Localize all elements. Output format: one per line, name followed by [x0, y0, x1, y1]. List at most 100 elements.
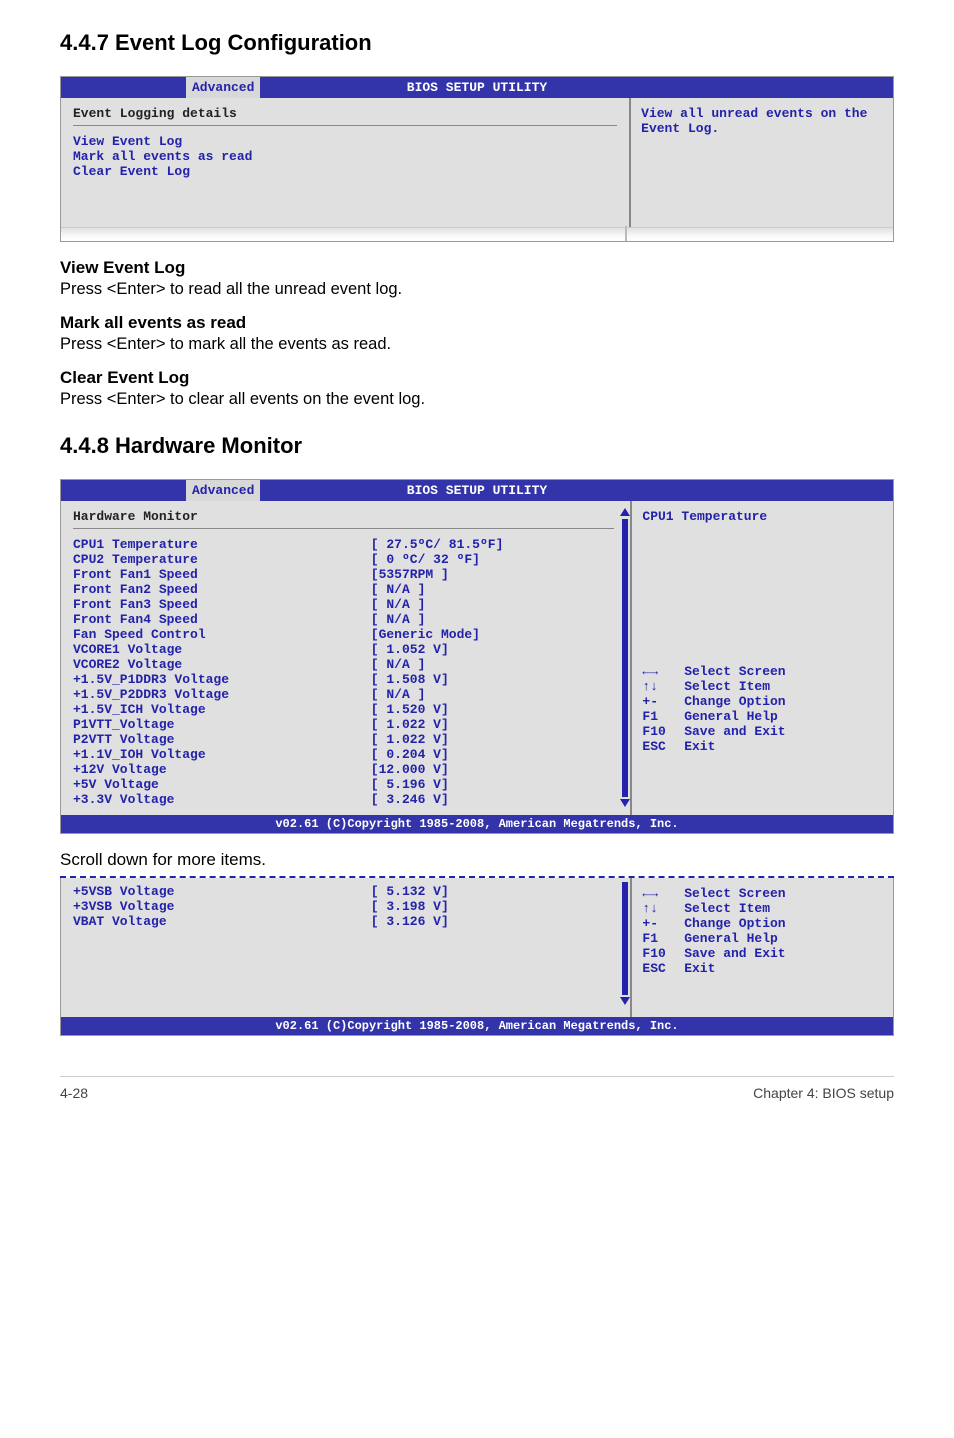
section-title-447: 4.4.7 Event Log Configuration	[60, 30, 894, 56]
help-key-sym: ESC	[642, 961, 676, 976]
bios-heading-hwmon: Hardware Monitor	[73, 509, 614, 524]
table-row[interactable]: P1VTT_Voltage[ 1.022 V]	[73, 717, 614, 732]
help-key-sym: ESC	[642, 739, 676, 754]
help-key-label: Select Screen	[676, 886, 785, 901]
help-key-sym: ↑↓	[642, 679, 676, 694]
subheading-mark-all: Mark all events as read	[60, 313, 894, 333]
table-row[interactable]: +12V Voltage[12.000 V]	[73, 762, 614, 777]
row-label: CPU2 Temperature	[73, 552, 371, 567]
help-key-row: +- Change Option	[642, 694, 883, 709]
table-row[interactable]: +1.5V_P2DDR3 Voltage[ N/A ]	[73, 687, 614, 702]
page-number: 4-28	[60, 1085, 88, 1101]
help-key-label: Select Screen	[676, 664, 785, 679]
row-label: Front Fan3 Speed	[73, 597, 371, 612]
bios-panel-hwmonitor: Advanced BIOS SETUP UTILITY Hardware Mon…	[60, 479, 894, 834]
help-key-sym: ←→	[642, 664, 676, 679]
help-key-sym: F10	[642, 946, 676, 961]
help-key-sym: +-	[642, 694, 676, 709]
row-label: Front Fan2 Speed	[73, 582, 371, 597]
table-row[interactable]: +5V Voltage[ 5.196 V]	[73, 777, 614, 792]
help-key-label: General Help	[676, 931, 777, 946]
table-row[interactable]: +3VSB Voltage[ 3.198 V]	[73, 899, 614, 914]
help-key-sym: F1	[642, 931, 676, 946]
table-row[interactable]: Front Fan4 Speed[ N/A ]	[73, 612, 614, 627]
row-value: [12.000 V]	[371, 762, 615, 777]
row-value: [ 1.022 V]	[371, 717, 615, 732]
table-row[interactable]: +1.5V_ICH Voltage[ 1.520 V]	[73, 702, 614, 717]
bios-panel-hwmonitor-cont: +5VSB Voltage[ 5.132 V]+3VSB Voltage[ 3.…	[60, 878, 894, 1036]
table-row[interactable]: VCORE1 Voltage[ 1.052 V]	[73, 642, 614, 657]
row-value: [ 1.520 V]	[371, 702, 615, 717]
table-row[interactable]: +5VSB Voltage[ 5.132 V]	[73, 884, 614, 899]
row-value: [ N/A ]	[371, 597, 615, 612]
row-value: [ 0 ºC/ 32 ºF]	[371, 552, 615, 567]
table-row[interactable]: Fan Speed Control[Generic Mode]	[73, 627, 614, 642]
subheading-view-event-log: View Event Log	[60, 258, 894, 278]
help-key-label: Change Option	[676, 694, 785, 709]
help-key-label: Save and Exit	[676, 724, 785, 739]
row-label: +3.3V Voltage	[73, 792, 371, 807]
row-label: VCORE1 Voltage	[73, 642, 371, 657]
row-label: +5VSB Voltage	[73, 884, 371, 899]
row-label: P2VTT Voltage	[73, 732, 371, 747]
table-row[interactable]: Front Fan1 Speed[5357RPM ]	[73, 567, 614, 582]
row-value: [ N/A ]	[371, 687, 615, 702]
help-key-row: F1 General Help	[642, 931, 883, 946]
bios-item-mark-all-read[interactable]: Mark all events as read	[73, 149, 617, 164]
bios-right-heading: CPU1 Temperature	[642, 509, 883, 524]
help-key-row: ↑↓ Select Item	[642, 679, 883, 694]
table-row[interactable]: +1.1V_IOH Voltage[ 0.204 V]	[73, 747, 614, 762]
subtext-clear-log: Press <Enter> to clear all events on the…	[60, 390, 894, 409]
row-label: P1VTT_Voltage	[73, 717, 371, 732]
help-key-row: ↑↓ Select Item	[642, 901, 883, 916]
row-value: [ 3.126 V]	[371, 914, 615, 929]
table-row[interactable]: Front Fan2 Speed[ N/A ]	[73, 582, 614, 597]
table-row[interactable]: VCORE2 Voltage[ N/A ]	[73, 657, 614, 672]
table-row[interactable]: Front Fan3 Speed[ N/A ]	[73, 597, 614, 612]
help-key-row: +- Change Option	[642, 916, 883, 931]
help-key-label: Exit	[676, 961, 715, 976]
page-footer: 4-28 Chapter 4: BIOS setup	[60, 1076, 894, 1101]
bios-panel-eventlog: Advanced BIOS SETUP UTILITY Event Loggin…	[60, 76, 894, 242]
row-label: Fan Speed Control	[73, 627, 371, 642]
bios-title-text: BIOS SETUP UTILITY	[407, 80, 547, 95]
row-value: [ 0.204 V]	[371, 747, 615, 762]
scroll-note: Scroll down for more items.	[60, 850, 894, 870]
page-chapter: Chapter 4: BIOS setup	[753, 1085, 894, 1101]
help-key-row: F1 General Help	[642, 709, 883, 724]
table-row[interactable]: CPU1 Temperature[ 27.5ºC/ 81.5ºF]	[73, 537, 614, 552]
bios-help-text: View all unread events on the Event Log.	[641, 106, 883, 136]
bios-tab-advanced-2[interactable]: Advanced	[186, 480, 260, 501]
row-value: [ 1.508 V]	[371, 672, 615, 687]
bios-tab-advanced[interactable]: Advanced	[186, 77, 260, 98]
bios-item-view-event-log[interactable]: View Event Log	[73, 134, 617, 149]
help-key-sym: F10	[642, 724, 676, 739]
bios-titlebar: Advanced BIOS SETUP UTILITY	[61, 77, 893, 98]
table-row[interactable]: VBAT Voltage[ 3.126 V]	[73, 914, 614, 929]
bios-item-clear-event-log[interactable]: Clear Event Log	[73, 164, 617, 179]
help-key-sym: ←→	[642, 886, 676, 901]
table-row[interactable]: P2VTT Voltage[ 1.022 V]	[73, 732, 614, 747]
row-label: Front Fan1 Speed	[73, 567, 371, 582]
scroll-bar[interactable]	[622, 519, 628, 797]
row-label: +5V Voltage	[73, 777, 371, 792]
scroll-up-icon[interactable]	[620, 505, 630, 520]
help-key-row: ESC Exit	[642, 739, 883, 754]
help-key-row: ←→ Select Screen	[642, 664, 883, 679]
row-value: [ 3.198 V]	[371, 899, 615, 914]
table-row[interactable]: +1.5V_P1DDR3 Voltage[ 1.508 V]	[73, 672, 614, 687]
row-value: [ 5.132 V]	[371, 884, 615, 899]
row-label: +1.5V_P2DDR3 Voltage	[73, 687, 371, 702]
help-key-label: Save and Exit	[676, 946, 785, 961]
bios-footer: v02.61 (C)Copyright 1985-2008, American …	[61, 815, 893, 833]
table-row[interactable]: CPU2 Temperature[ 0 ºC/ 32 ºF]	[73, 552, 614, 567]
scroll-down-icon-2[interactable]	[620, 994, 630, 1009]
row-label: +3VSB Voltage	[73, 899, 371, 914]
row-label: +1.5V_P1DDR3 Voltage	[73, 672, 371, 687]
help-key-label: Exit	[676, 739, 715, 754]
help-key-row: F10 Save and Exit	[642, 946, 883, 961]
table-row[interactable]: +3.3V Voltage[ 3.246 V]	[73, 792, 614, 807]
bios-title-text-2: BIOS SETUP UTILITY	[407, 483, 547, 498]
scroll-bar-2[interactable]	[622, 882, 628, 995]
scroll-down-icon[interactable]	[620, 796, 630, 811]
